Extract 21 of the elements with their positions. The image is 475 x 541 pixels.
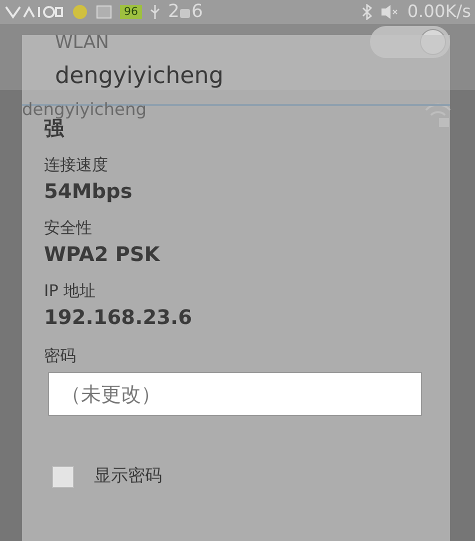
battery-indicator: 96 [120,5,142,19]
bluetooth-icon [361,4,374,20]
password-label: 密码 [44,345,77,367]
image-icon [96,4,112,20]
show-password-checkbox[interactable] [52,466,74,488]
field-value: WPA2 PSK [44,242,162,267]
dialog-title: dengyiyicheng [55,65,224,88]
field-value: 54Mbps [44,179,134,204]
password-field[interactable]: （未更改） [48,372,422,416]
show-password-label: 显示密码 [94,465,162,488]
time-text: 2 [168,3,180,21]
mute-icon [381,5,400,19]
screen-title: WLAN [55,30,110,54]
field-label: 连接速度 [44,155,109,175]
logo-icon [4,4,64,20]
field-label: IP 地址 [44,281,96,301]
time-text: 6 [191,3,203,21]
usb-icon [150,4,160,20]
field-value: 192.168.23.6 [44,305,194,330]
field-label: 安全性 [44,218,93,238]
network-speed: 0.00K/s [407,4,471,20]
